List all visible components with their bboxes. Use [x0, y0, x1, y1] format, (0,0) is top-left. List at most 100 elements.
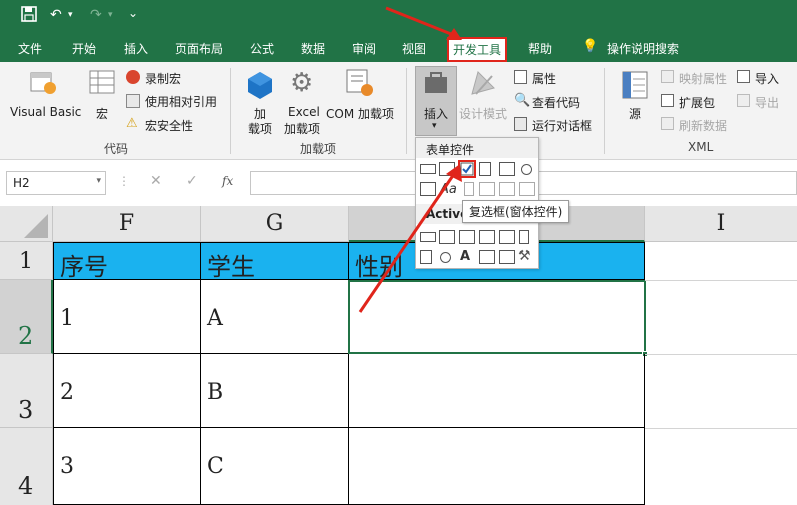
- customize-qat-icon[interactable]: ⌄: [128, 6, 138, 20]
- tell-me-search[interactable]: 操作说明搜索: [607, 40, 679, 57]
- xml-export-label: 导出: [755, 96, 780, 110]
- column-label: I: [716, 211, 726, 236]
- select-all-button[interactable]: [0, 206, 53, 242]
- option-button-control-icon[interactable]: [521, 164, 532, 175]
- cell-h3[interactable]: [349, 354, 645, 428]
- export-icon: [737, 94, 750, 107]
- formula-bar-handle-icon: ⋮: [118, 174, 130, 188]
- expansion-packs-icon: [661, 94, 674, 107]
- cell-f4[interactable]: 3: [53, 428, 201, 505]
- cell-text: B: [207, 380, 224, 405]
- cell-text: A: [207, 306, 223, 331]
- activex-more-controls-icon[interactable]: ⚒: [518, 248, 531, 264]
- xml-source-icon: [621, 70, 649, 103]
- cell-g1[interactable]: 学生: [201, 242, 349, 281]
- cell-h4[interactable]: [349, 428, 645, 505]
- activex-text-box-icon[interactable]: [499, 230, 515, 244]
- cancel-icon[interactable]: ✕: [150, 173, 162, 189]
- tab-insert[interactable]: 插入: [124, 40, 148, 57]
- row-header-3[interactable]: 3: [0, 354, 53, 428]
- activex-toggle-button-icon[interactable]: [499, 250, 515, 264]
- group-separator: [230, 68, 231, 154]
- gridline: [645, 354, 797, 355]
- gridline: [645, 428, 797, 429]
- visual-basic-icon: [28, 68, 58, 101]
- combo-drop-control-icon[interactable]: [519, 182, 535, 196]
- row-header-4[interactable]: 4: [0, 428, 53, 505]
- row-header-1[interactable]: 1: [0, 242, 53, 280]
- insert-control-button[interactable]: 插入 ▾: [415, 66, 457, 136]
- checkbox-tooltip: 复选框(窗体控件): [462, 200, 570, 223]
- properties-label: 属性: [532, 72, 557, 86]
- cell-g3[interactable]: B: [201, 354, 349, 428]
- map-properties-label: 映射属性: [679, 72, 728, 86]
- macros-icon: [88, 68, 116, 101]
- name-box[interactable]: H2 ▾: [6, 171, 106, 195]
- activex-image-icon[interactable]: [479, 250, 495, 264]
- tab-home[interactable]: 开始: [72, 40, 96, 57]
- annotation-arrow-bottom: [358, 164, 462, 313]
- tab-help[interactable]: 帮助: [528, 40, 552, 57]
- list-box-control-icon[interactable]: [499, 162, 515, 176]
- addins-label-2: 载项: [248, 122, 273, 136]
- macros-label: 宏: [96, 107, 109, 121]
- cell-text: C: [207, 454, 224, 479]
- properties-icon: [514, 70, 527, 84]
- cell-f3[interactable]: 2: [53, 354, 201, 428]
- tab-review[interactable]: 审阅: [352, 40, 376, 57]
- spin-button-control-icon[interactable]: [479, 162, 491, 176]
- redo-dropdown-icon[interactable]: ▾: [108, 10, 113, 20]
- cell-text: 2: [60, 380, 74, 405]
- tab-page-layout[interactable]: 页面布局: [175, 40, 223, 57]
- form-controls-header: 表单控件: [416, 138, 538, 158]
- cell-g2[interactable]: A: [201, 280, 349, 354]
- ribbon: Visual Basic 宏 录制宏 使用相对引用 ⚠ 宏安全性 代码 加 载项…: [0, 62, 797, 160]
- cell-g4[interactable]: C: [201, 428, 349, 505]
- activex-list-box-icon[interactable]: [479, 230, 495, 244]
- gridline: [645, 280, 797, 281]
- column-label: G: [265, 211, 284, 236]
- design-mode-label: 设计模式: [459, 107, 508, 121]
- tab-formulas[interactable]: 公式: [250, 40, 274, 57]
- record-icon: [126, 70, 140, 84]
- form-controls-header-text: 表单控件: [426, 143, 475, 157]
- undo-dropdown-icon[interactable]: ▾: [68, 10, 73, 20]
- group-label-xml: XML: [688, 140, 714, 154]
- combo-list-control-icon[interactable]: [499, 182, 515, 196]
- view-code-label: 查看代码: [532, 96, 581, 110]
- cell-text: 3: [60, 454, 74, 479]
- tooltip-text: 复选框(窗体控件): [469, 205, 563, 219]
- cell-f2[interactable]: 1: [53, 280, 201, 354]
- cell-text: 序号: [60, 253, 108, 281]
- row-header-2[interactable]: 2: [0, 280, 53, 354]
- chevron-down-icon: ▾: [432, 121, 437, 131]
- refresh-data-icon: [661, 117, 674, 130]
- redo-icon[interactable]: ↷: [90, 7, 102, 23]
- map-properties-icon: [661, 70, 674, 83]
- cell-f1[interactable]: 序号: [53, 242, 201, 281]
- com-addins-label: COM 加载项: [326, 107, 394, 121]
- insert-function-icon[interactable]: fx: [222, 174, 233, 188]
- design-mode-icon: [468, 68, 498, 101]
- excel-addins-label-2: 加载项: [284, 122, 321, 136]
- excel-addins-label: Excel: [288, 105, 320, 119]
- column-header-g[interactable]: G: [201, 206, 349, 242]
- group-separator: [406, 68, 407, 154]
- activex-scroll-bar-icon[interactable]: [519, 230, 529, 244]
- column-header-i[interactable]: I: [645, 206, 797, 242]
- warning-icon: ⚠: [126, 116, 138, 131]
- group-label-addins: 加载项: [300, 142, 337, 156]
- save-icon[interactable]: [20, 5, 38, 27]
- row-label: 1: [19, 249, 33, 274]
- tab-file[interactable]: 文件: [18, 40, 42, 57]
- column-label: F: [118, 211, 135, 236]
- record-macro-label: 录制宏: [145, 72, 182, 86]
- column-header-f[interactable]: F: [53, 206, 201, 242]
- undo-icon[interactable]: ↶: [50, 7, 62, 23]
- row-label: 2: [18, 322, 34, 350]
- tab-data[interactable]: 数据: [301, 40, 325, 57]
- enter-icon[interactable]: ✓: [186, 173, 198, 189]
- name-box-value: H2: [13, 176, 30, 190]
- cell-text: 1: [60, 306, 74, 331]
- text-field-control-icon[interactable]: [479, 182, 495, 196]
